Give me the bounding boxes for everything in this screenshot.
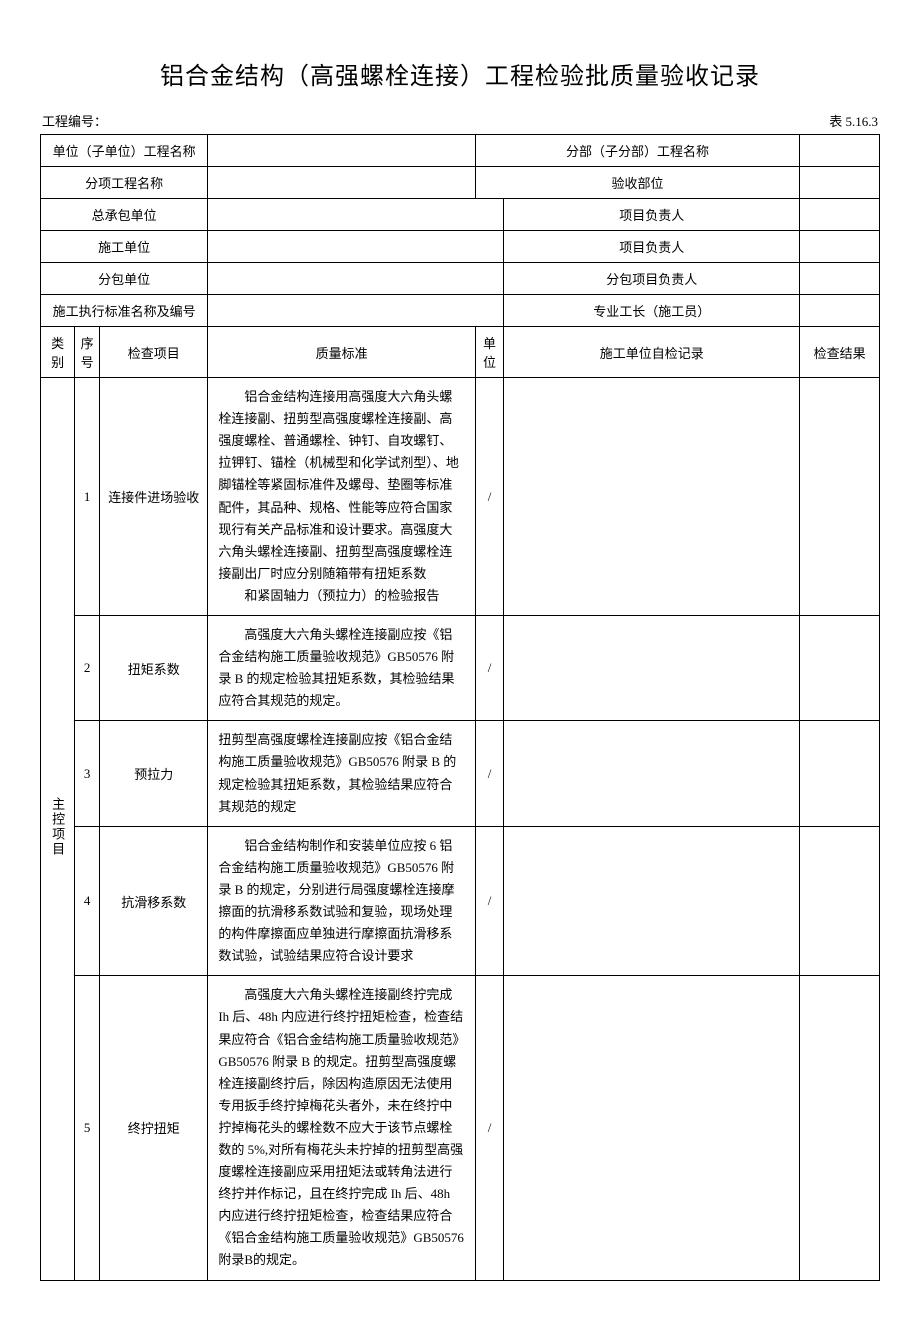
contractor-value[interactable] [208,199,504,231]
sub-item-value[interactable] [208,167,476,199]
result-cell[interactable] [800,616,880,721]
contractor-label: 总承包单位 [41,199,208,231]
seq-cell: 3 [75,721,100,826]
result-cell[interactable] [800,826,880,976]
info-row: 单位（子单位）工程名称 分部（子分部）工程名称 [41,135,880,167]
pm-label: 项目负责人 [504,199,800,231]
sub-project-value[interactable] [800,135,880,167]
col-result: 检查结果 [800,327,880,378]
sub-project-label: 分部（子分部）工程名称 [475,135,799,167]
pm2-label: 项目负责人 [504,231,800,263]
foreman-value[interactable] [800,295,880,327]
result-cell[interactable] [800,976,880,1280]
standard-label: 施工执行标准名称及编号 [41,295,208,327]
result-cell[interactable] [800,721,880,826]
quality-cell: 铝合金结构连接用高强度大六角头螺栓连接副、扭剪型高强度螺栓连接副、高强度螺栓、普… [208,378,476,616]
sub-item-label: 分项工程名称 [41,167,208,199]
info-row: 分项工程名称 验收部位 [41,167,880,199]
unit-project-value[interactable] [208,135,476,167]
col-seq: 序号 [75,327,100,378]
column-header-row: 类别 序号 检查项目 质量标准 单位 施工单位自检记录 检查结果 [41,327,880,378]
item-cell: 预拉力 [100,721,208,826]
record-cell[interactable] [504,976,800,1280]
main-table: 单位（子单位）工程名称 分部（子分部）工程名称 分项工程名称 验收部位 总承包单… [40,134,880,1280]
subcontractor-label: 分包单位 [41,263,208,295]
unit-cell: / [475,378,503,616]
sub-pm-value[interactable] [800,263,880,295]
item-cell: 终拧扭矩 [100,976,208,1280]
seq-cell: 5 [75,976,100,1280]
standard-value[interactable] [208,295,504,327]
record-cell[interactable] [504,826,800,976]
quality-cell: 高强度大六角头螺栓连接副应按《铝合金结构施工质量验收规范》GB50576 附录 … [208,616,476,721]
accept-part-value[interactable] [800,167,880,199]
col-record: 施工单位自检记录 [504,327,800,378]
seq-cell: 1 [75,378,100,616]
unit-cell: / [475,976,503,1280]
page-title: 铝合金结构（高强螺栓连接）工程检验批质量验收记录 [40,56,880,91]
table-row: 4 抗滑移系数 铝合金结构制作和安装单位应按 6 铝合金结构施工质量验收规范》G… [41,826,880,976]
col-item: 检查项目 [100,327,208,378]
col-category: 类别 [41,327,75,378]
subcontractor-value[interactable] [208,263,504,295]
table-row: 5 终拧扭矩 高强度大六角头螺栓连接副终拧完成 Ih 后、48h 内应进行终拧扭… [41,976,880,1280]
header-row: 工程编号： 表 5.16.3 [40,111,880,130]
unit-project-label: 单位（子单位）工程名称 [41,135,208,167]
pm-value[interactable] [800,199,880,231]
table-row: 2 扭矩系数 高强度大六角头螺栓连接副应按《铝合金结构施工质量验收规范》GB50… [41,616,880,721]
col-quality: 质量标准 [208,327,476,378]
unit-cell: / [475,616,503,721]
table-row: 主控项目 1 连接件进场验收 铝合金结构连接用高强度大六角头螺栓连接副、扭剪型高… [41,378,880,616]
item-cell: 扭矩系数 [100,616,208,721]
construction-value[interactable] [208,231,504,263]
foreman-label: 专业工长（施工员） [504,295,800,327]
info-row: 分包单位 分包项目负责人 [41,263,880,295]
seq-cell: 2 [75,616,100,721]
seq-cell: 4 [75,826,100,976]
result-cell[interactable] [800,378,880,616]
project-no-label: 工程编号： [42,111,107,130]
record-cell[interactable] [504,616,800,721]
category-cell: 主控项目 [41,378,75,1280]
col-unit: 单位 [475,327,503,378]
quality-cell: 扭剪型高强度螺栓连接副应按《铝合金结构施工质量验收规范》GB50576 附录 B… [208,721,476,826]
table-row: 3 预拉力 扭剪型高强度螺栓连接副应按《铝合金结构施工质量验收规范》GB5057… [41,721,880,826]
quality-cell: 铝合金结构制作和安装单位应按 6 铝合金结构施工质量验收规范》GB50576 附… [208,826,476,976]
item-cell: 抗滑移系数 [100,826,208,976]
construction-label: 施工单位 [41,231,208,263]
record-cell[interactable] [504,721,800,826]
info-row: 施工执行标准名称及编号 专业工长（施工员） [41,295,880,327]
table-no: 表 5.16.3 [829,111,878,130]
info-row: 总承包单位 项目负责人 [41,199,880,231]
sub-pm-label: 分包项目负责人 [504,263,800,295]
record-cell[interactable] [504,378,800,616]
quality-cell: 高强度大六角头螺栓连接副终拧完成 Ih 后、48h 内应进行终拧扭矩检查，检查结… [208,976,476,1280]
info-row: 施工单位 项目负责人 [41,231,880,263]
unit-cell: / [475,826,503,976]
pm2-value[interactable] [800,231,880,263]
accept-part-label: 验收部位 [475,167,799,199]
unit-cell: / [475,721,503,826]
item-cell: 连接件进场验收 [100,378,208,616]
